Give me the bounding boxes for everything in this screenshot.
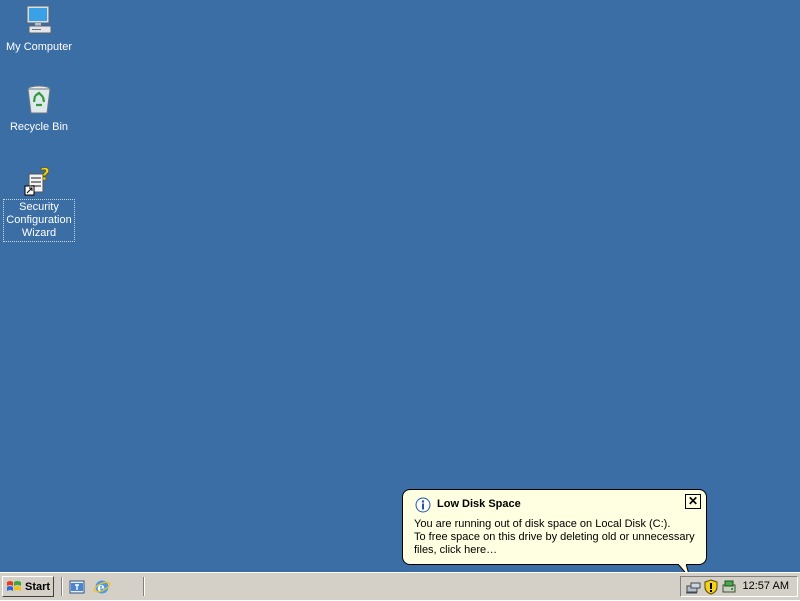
low-disk-icon[interactable] [721, 579, 737, 595]
close-button[interactable]: ✕ [685, 494, 701, 509]
taskbar: Start e 12:57 AM [0, 572, 800, 600]
low-disk-space-balloon[interactable]: Low Disk Space ✕ You are running out of … [402, 489, 707, 565]
windows-logo-icon [7, 580, 21, 591]
clock[interactable]: 12:57 AM [743, 580, 789, 592]
taskbar-separator [143, 577, 145, 596]
balloon-title: Low Disk Space [437, 498, 521, 510]
system-tray: 12:57 AM [680, 576, 798, 597]
close-icon: ✕ [687, 494, 699, 508]
desktop-icon-label: Security Configuration Wizard [3, 199, 75, 242]
desktop-icon-recycle-bin[interactable]: Recycle Bin [2, 84, 76, 135]
security-alert-icon[interactable] [703, 579, 719, 595]
internet-explorer-icon[interactable]: e [93, 578, 111, 596]
network-icon[interactable] [685, 579, 701, 595]
desktop-icon-label: Recycle Bin [9, 121, 69, 133]
recycle-bin-icon [23, 84, 55, 116]
svg-text:?: ? [40, 165, 50, 185]
taskbar-separator [61, 577, 63, 596]
show-desktop-icon[interactable] [69, 578, 87, 596]
computer-icon [23, 4, 55, 36]
start-label: Start [25, 580, 51, 593]
desktop-icon-security-configuration-wizard[interactable]: ? Security Configuration Wizard [2, 164, 76, 242]
balloon-message-link[interactable]: files, click here… [414, 544, 497, 556]
desktop: My Computer Recycle Bin ? Security Confi… [0, 0, 800, 572]
balloon-message-line: To free space on this drive by deleting … [414, 531, 695, 543]
info-icon [415, 497, 431, 513]
desktop-icon-my-computer[interactable]: My Computer [2, 4, 76, 55]
start-button[interactable]: Start [2, 576, 54, 597]
desktop-icon-label: My Computer [5, 41, 73, 53]
security-wizard-icon: ? [23, 164, 55, 196]
balloon-message-line: You are running out of disk space on Loc… [414, 518, 671, 530]
